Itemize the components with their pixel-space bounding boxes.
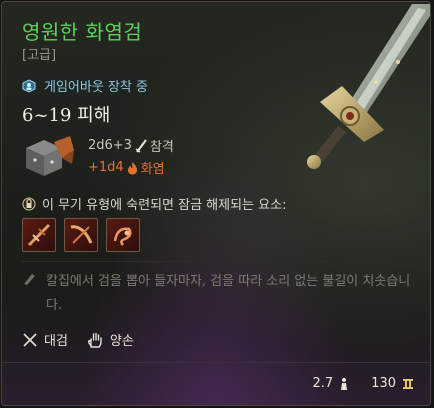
skill-slot-1[interactable] (22, 218, 56, 252)
damage-dice-row: 2d6+3 참격 (88, 136, 174, 155)
weapon-skill-icon (70, 225, 93, 244)
slash-damage-icon (135, 138, 147, 153)
quill-icon (24, 274, 35, 285)
property-label: 양손 (109, 334, 134, 349)
weight-value: 2.7 (312, 376, 334, 391)
unlock-text: 이 무기 유형에 숙련되면 잠금 해제되는 요소: (42, 198, 287, 213)
hand-icon (87, 332, 102, 348)
weapon-skill-icon (27, 223, 51, 247)
damage-range: 6~19 피해 (22, 105, 111, 126)
skill-slot-2[interactable] (64, 218, 98, 252)
dice-icon (26, 136, 74, 176)
lock-icon (22, 197, 36, 210)
footer-divider (2, 362, 430, 363)
skill-slot-3[interactable] (106, 218, 140, 252)
gold-value: 130 (371, 376, 396, 391)
equipped-character-icon (22, 78, 36, 93)
crossed-swords-icon (23, 332, 37, 347)
item-tooltip: 영원한 화염검 [고급] 게임어바웃 장착 중 6~19 피해 2d6+3 참격… (1, 1, 431, 406)
bonus-type: 화염 (140, 162, 165, 177)
weight-icon (341, 377, 348, 390)
item-footer: 2.7 130 (312, 376, 414, 391)
flavor-text: 칼집에서 검을 뽑아 들자마자, 검을 따라 소리 없는 불길이 치솟습니다. (46, 274, 411, 313)
gold-coin-icon (403, 378, 413, 389)
bonus-dice: +1d4 (88, 160, 124, 175)
sword-artwork (307, 4, 430, 169)
equip-status-text: 게임어바웃 장착 중 (44, 80, 148, 95)
weapon-skill-icon (113, 227, 132, 246)
weapon-skills (22, 218, 140, 252)
bonus-damage-row: +1d4 화염 (88, 158, 165, 177)
damage-type: 참격 (149, 140, 174, 155)
unlock-header: 이 무기 유형에 숙련되면 잠금 해제되는 요소: (22, 194, 286, 213)
item-rarity: [고급] (22, 48, 57, 63)
property-greatsword[interactable]: 대검 (22, 330, 68, 349)
equip-status: 게임어바웃 장착 중 (22, 76, 148, 95)
item-name: 영원한 화염검 (22, 20, 143, 44)
divider (22, 261, 410, 262)
weapon-properties: 대검 양손 (22, 330, 152, 349)
property-two-handed[interactable]: 양손 (86, 330, 134, 349)
fire-icon (127, 161, 137, 174)
property-label: 대검 (44, 334, 68, 349)
flavor-section: 칼집에서 검을 뽑아 들자마자, 검을 따라 소리 없는 불길이 치솟습니다. (22, 266, 417, 318)
damage-dice: 2d6+3 (88, 138, 132, 153)
